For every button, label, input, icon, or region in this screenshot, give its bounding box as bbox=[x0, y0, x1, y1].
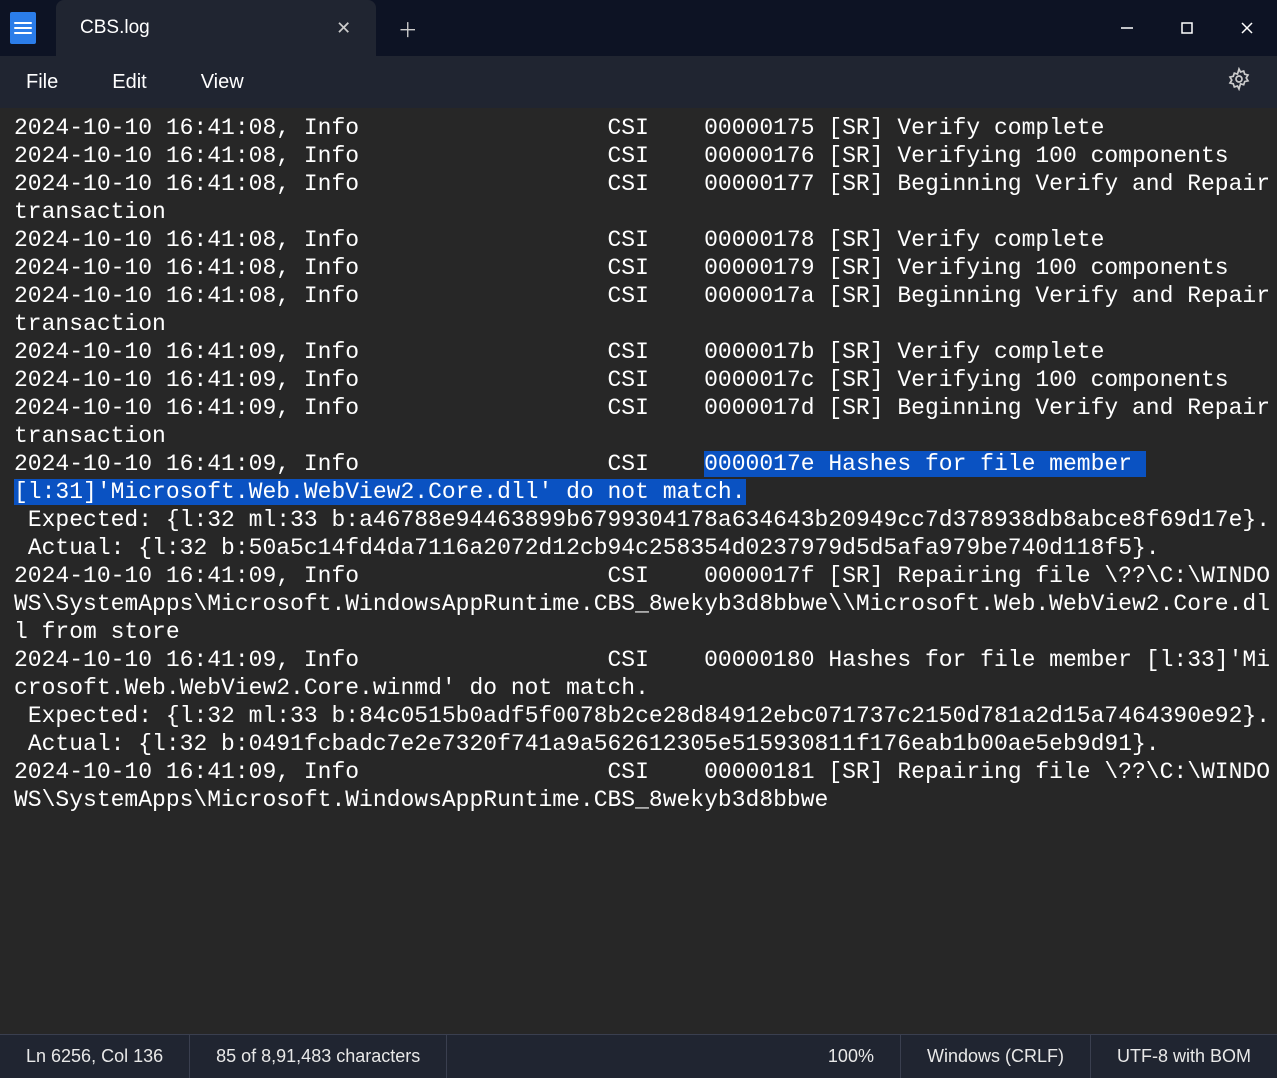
window-controls bbox=[1097, 0, 1277, 56]
tab-cbs-log[interactable]: CBS.log ✕ bbox=[56, 0, 376, 56]
close-window-button[interactable] bbox=[1217, 0, 1277, 56]
titlebar: CBS.log ✕ ＋ bbox=[0, 0, 1277, 56]
statusbar: Ln 6256, Col 136 85 of 8,91,483 characte… bbox=[0, 1034, 1277, 1078]
status-cursor-position[interactable]: Ln 6256, Col 136 bbox=[0, 1035, 190, 1078]
new-tab-button[interactable]: ＋ bbox=[384, 0, 432, 56]
notepad-app-icon bbox=[10, 12, 36, 44]
close-tab-icon[interactable]: ✕ bbox=[330, 14, 358, 42]
maximize-button[interactable] bbox=[1157, 0, 1217, 56]
settings-button[interactable] bbox=[1219, 61, 1259, 103]
text-editor[interactable]: 2024-10-10 16:41:08, Info CSI 00000175 [… bbox=[0, 108, 1277, 1034]
minimize-button[interactable] bbox=[1097, 0, 1157, 56]
menu-file[interactable]: File bbox=[18, 65, 66, 100]
status-line-ending[interactable]: Windows (CRLF) bbox=[901, 1035, 1091, 1078]
menu-edit[interactable]: Edit bbox=[104, 65, 154, 100]
status-char-count[interactable]: 85 of 8,91,483 characters bbox=[190, 1035, 447, 1078]
tab-title: CBS.log bbox=[80, 17, 150, 39]
menubar: File Edit View bbox=[0, 56, 1277, 108]
menu-view[interactable]: View bbox=[193, 65, 252, 100]
status-encoding[interactable]: UTF-8 with BOM bbox=[1091, 1035, 1277, 1078]
status-zoom[interactable]: 100% bbox=[802, 1035, 901, 1078]
